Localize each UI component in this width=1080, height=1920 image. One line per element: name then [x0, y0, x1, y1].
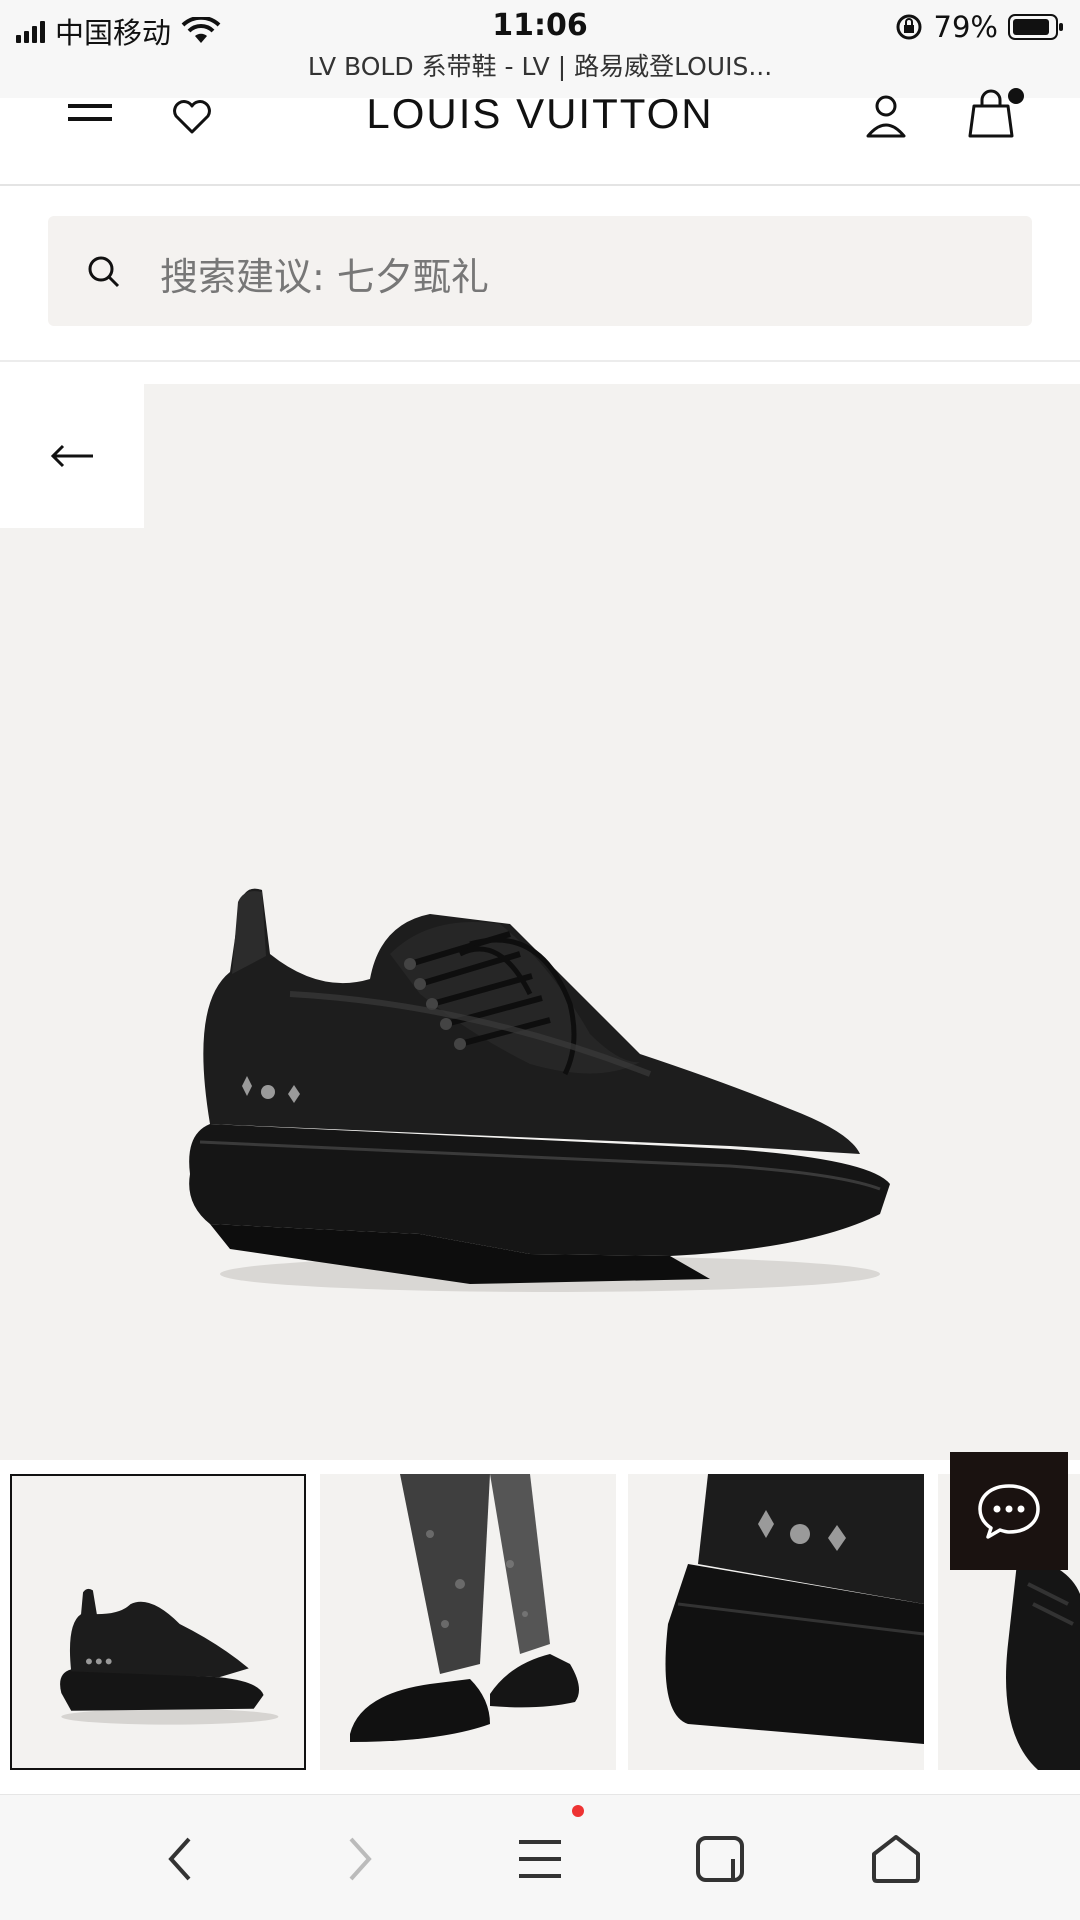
arrow-left-icon: [50, 444, 93, 468]
search-section: 搜索建议: 七夕甄礼: [0, 188, 1080, 362]
tabs-icon: [696, 1836, 744, 1882]
thumbnail-model-worn-image: [320, 1474, 616, 1770]
site-header: LOUIS VUITTON: [0, 88, 1080, 186]
orientation-lock-icon: [896, 14, 922, 40]
browser-forward-button[interactable]: [330, 1831, 390, 1887]
search-bar[interactable]: 搜索建议: 七夕甄礼: [48, 216, 1032, 326]
chevron-left-icon: [168, 1837, 191, 1881]
browser-home-button[interactable]: [866, 1831, 926, 1887]
product-image-viewer[interactable]: [0, 384, 1080, 1460]
chat-button[interactable]: [950, 1452, 1068, 1570]
thumbnail-3[interactable]: [628, 1474, 924, 1770]
brand-logo[interactable]: LOUIS VUITTON: [0, 90, 1080, 138]
account-icon[interactable]: [862, 94, 910, 138]
thumbnail-2[interactable]: [320, 1474, 616, 1770]
home-icon: [872, 1835, 920, 1883]
thumbnail-shoe-side-image: [12, 1476, 304, 1768]
browser-back-button[interactable]: [150, 1831, 210, 1887]
back-button[interactable]: [0, 384, 144, 528]
notification-dot: [572, 1805, 584, 1817]
product-shoe-image: [189, 888, 890, 1292]
browser-menu-button[interactable]: [510, 1831, 570, 1887]
thumbnail-heel-detail-image: [628, 1474, 924, 1770]
thumbnail-strip: [0, 1460, 1080, 1780]
shopping-bag-icon[interactable]: [964, 88, 1026, 138]
chevron-right-icon: [349, 1837, 372, 1881]
search-input[interactable]: 搜索建议: 七夕甄礼: [160, 246, 980, 301]
battery-icon: [1008, 14, 1063, 40]
search-icon: [88, 256, 120, 288]
browser-toolbar: [0, 1794, 1080, 1920]
battery-percent: 79%: [933, 10, 998, 44]
chat-bubble-icon: [978, 1484, 1040, 1539]
menu-lines-icon: [519, 1840, 561, 1878]
thumbnail-1[interactable]: [10, 1474, 306, 1770]
status-bar: 中国移动 11:06 79%: [0, 0, 1080, 54]
browser-tabs-button[interactable]: [690, 1831, 750, 1887]
